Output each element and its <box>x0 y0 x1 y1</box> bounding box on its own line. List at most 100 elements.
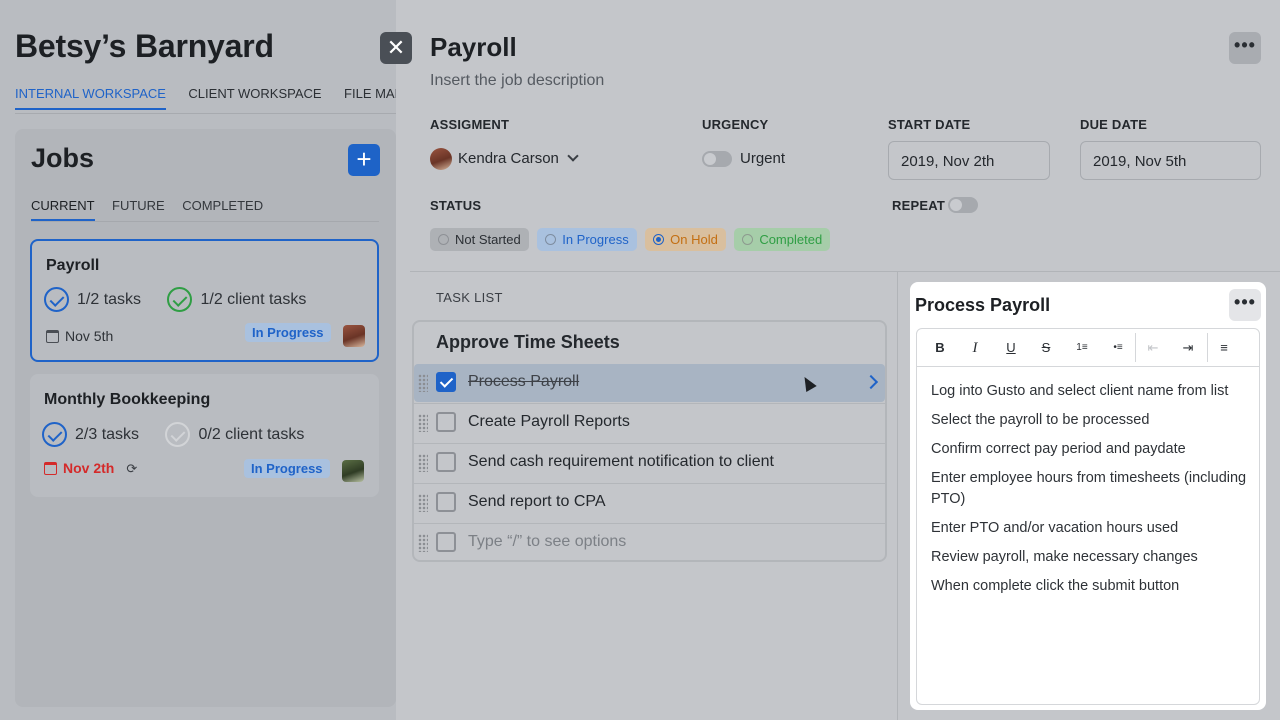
job-name: Monthly Bookkeeping <box>44 391 211 408</box>
status-not-started[interactable]: Not Started <box>430 228 529 251</box>
tab-client-workspace[interactable]: CLIENT WORKSPACE <box>188 86 321 108</box>
more-horizontal-icon: ••• <box>1234 35 1256 55</box>
list-item: Enter PTO and/or vacation hours used <box>931 520 1179 536</box>
close-button[interactable]: ✕ <box>380 32 412 64</box>
status-options: Not Started In Progress On Hold Complete… <box>430 228 834 251</box>
workspace-tabs: INTERNAL WORKSPACE CLIENT WORKSPACE FILE… <box>15 86 396 114</box>
more-options-button[interactable]: ••• <box>1229 32 1261 64</box>
task-group: Approve Time Sheets Process Payroll Crea… <box>412 320 887 562</box>
task-row[interactable]: Create Payroll Reports <box>414 403 885 441</box>
avatar <box>342 460 364 482</box>
radio-selected-icon <box>653 234 665 245</box>
toolbar-divider <box>1135 333 1136 362</box>
tab-internal-workspace[interactable]: INTERNAL WORKSPACE <box>15 86 166 110</box>
tab-completed[interactable]: COMPLETED <box>182 198 263 219</box>
client-tasks-count: 1/2 client tasks <box>200 290 307 308</box>
tasks-count: 2/3 tasks <box>75 425 140 443</box>
assignee-name: Kendra Carson <box>458 149 559 167</box>
urgent-toggle[interactable] <box>702 151 732 167</box>
tab-current[interactable]: CURRENT <box>31 198 95 221</box>
toolbar-divider <box>1207 333 1208 362</box>
tab-future[interactable]: FUTURE <box>112 198 165 219</box>
new-task-row[interactable]: Type “/” to see options <box>414 523 885 561</box>
repeat-toggle[interactable] <box>948 197 978 213</box>
task-text[interactable]: Send cash requirement notification to cl… <box>468 453 774 471</box>
task-text[interactable]: Create Payroll Reports <box>468 413 630 431</box>
task-text[interactable]: Process Payroll <box>468 373 579 391</box>
task-row[interactable]: Send report to CPA <box>414 483 885 521</box>
add-job-button[interactable]: + <box>348 144 380 176</box>
task-checkbox[interactable] <box>436 452 456 472</box>
task-row[interactable]: Send cash requirement notification to cl… <box>414 443 885 481</box>
bullet-list-icon[interactable]: •≡ <box>1107 338 1129 358</box>
more-horizontal-icon: ••• <box>1234 292 1256 312</box>
task-checkbox[interactable] <box>436 372 456 392</box>
repeat-label: REPEAT <box>892 198 945 213</box>
task-detail-panel: Process Payroll ••• B I U S 1≡ •≡ ⇤ ⇥ ≡ … <box>910 282 1266 710</box>
status-completed[interactable]: Completed <box>734 228 831 251</box>
ordered-list-icon[interactable]: 1≡ <box>1071 338 1093 358</box>
company-name: Betsy’s Barnyard <box>15 28 274 64</box>
due-date-label: DUE DATE <box>1080 117 1148 132</box>
job-title[interactable]: Payroll <box>430 32 517 63</box>
list-item: Log into Gusto and select client name fr… <box>931 383 1229 399</box>
urgency-label: URGENCY <box>702 117 769 132</box>
background-page: Betsy’s Barnyard INTERNAL WORKSPACE CLIE… <box>0 0 396 720</box>
assignee-dropdown[interactable]: Kendra Carson <box>430 148 579 170</box>
list-item: Confirm correct pay period and paydate <box>931 441 1186 457</box>
task-checkbox[interactable] <box>436 492 456 512</box>
chevron-right-icon[interactable] <box>863 374 879 390</box>
calendar-icon <box>46 330 59 343</box>
task-checkbox[interactable] <box>436 412 456 432</box>
drag-handle-icon[interactable] <box>418 374 428 392</box>
instruction-list[interactable]: Log into Gusto and select client name fr… <box>931 381 1253 605</box>
close-icon: ✕ <box>386 35 406 60</box>
task-checkbox[interactable] <box>436 532 456 552</box>
bold-icon[interactable]: B <box>929 338 951 358</box>
start-date-field[interactable]: 2019, Nov 2th <box>888 141 1050 180</box>
jobs-title: Jobs <box>31 143 95 173</box>
calendar-icon <box>44 462 57 475</box>
radio-icon <box>742 234 754 245</box>
urgent-label: Urgent <box>740 150 786 167</box>
jobs-panel: Jobs + CURRENT FUTURE COMPLETED Payroll … <box>15 129 396 707</box>
job-card-payroll[interactable]: Payroll 1/2 tasks 1/2 client tasks Nov 5… <box>30 239 379 362</box>
job-detail-drawer: Payroll Insert the job description ••• A… <box>396 0 1280 720</box>
task-detail-title[interactable]: Process Payroll <box>915 295 1050 316</box>
task-more-options-button[interactable]: ••• <box>1229 289 1261 321</box>
task-list-label: TASK LIST <box>436 290 503 305</box>
status-in-progress[interactable]: In Progress <box>537 228 637 251</box>
status-badge: In Progress <box>245 323 331 342</box>
divider <box>897 272 898 720</box>
drag-handle-icon[interactable] <box>418 414 428 432</box>
align-left-icon[interactable]: ≡ <box>1213 338 1235 358</box>
tab-file-manager[interactable]: FILE MANAGER <box>344 86 396 108</box>
status-badge: In Progress <box>244 459 330 478</box>
outdent-icon[interactable]: ⇤ <box>1142 338 1164 358</box>
editor-toolbar: B I U S 1≡ •≡ ⇤ ⇥ ≡ <box>917 329 1259 367</box>
drag-handle-icon[interactable] <box>418 494 428 512</box>
italic-icon[interactable]: I <box>964 338 986 358</box>
task-row[interactable]: Process Payroll <box>414 364 885 402</box>
new-task-input[interactable]: Type “/” to see options <box>468 533 626 551</box>
drag-handle-icon[interactable] <box>418 454 428 472</box>
check-circle-icon <box>44 287 69 312</box>
radio-icon <box>438 234 449 245</box>
rich-text-editor[interactable]: B I U S 1≡ •≡ ⇤ ⇥ ≡ Log into Gusto and s… <box>916 328 1260 705</box>
job-tabs: CURRENT FUTURE COMPLETED <box>31 197 379 222</box>
drag-handle-icon[interactable] <box>418 534 428 552</box>
underline-icon[interactable]: U <box>1000 338 1022 358</box>
task-progress: 1/2 tasks 1/2 client tasks <box>44 287 328 312</box>
indent-icon[interactable]: ⇥ <box>1177 338 1199 358</box>
due-date-field[interactable]: 2019, Nov 5th <box>1080 141 1261 180</box>
task-text[interactable]: Send report to CPA <box>468 493 606 511</box>
job-card-monthly-bookkeeping[interactable]: Monthly Bookkeeping 2/3 tasks 0/2 client… <box>30 374 379 497</box>
radio-icon <box>545 234 557 245</box>
check-circle-icon <box>167 287 193 312</box>
strikethrough-icon[interactable]: S <box>1035 338 1057 358</box>
task-group-title[interactable]: Approve Time Sheets <box>436 332 620 353</box>
job-description[interactable]: Insert the job description <box>430 72 604 90</box>
avatar <box>430 148 452 170</box>
status-on-hold[interactable]: On Hold <box>645 228 726 251</box>
list-item: Enter employee hours from timesheets (in… <box>931 470 1247 507</box>
